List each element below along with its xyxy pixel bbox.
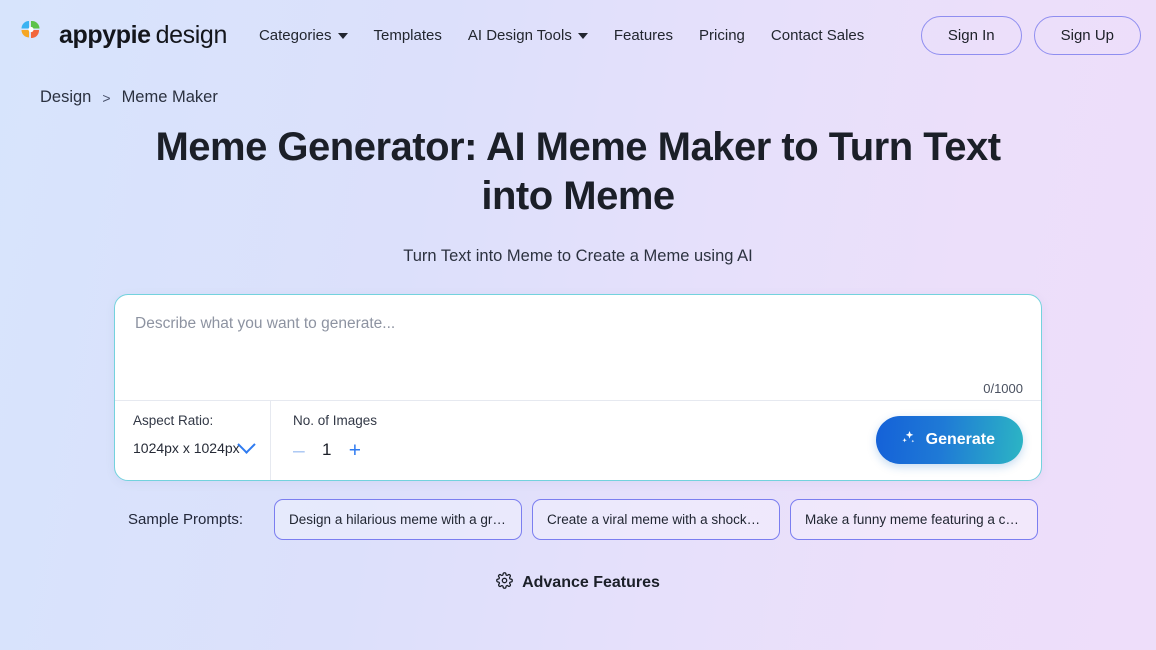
quantity-stepper: – 1 +: [293, 440, 377, 461]
nav-label-categories: Categories: [258, 26, 332, 44]
advance-features-label: Advance Features: [522, 573, 660, 591]
nav-item-contact-sales[interactable]: Contact Sales: [769, 23, 866, 48]
chevron-down-icon: [236, 435, 256, 454]
auth-buttons: Sign In Sign Up: [920, 15, 1144, 55]
sample-prompt-chip[interactable]: Make a funny meme featuring a con...: [790, 498, 1039, 540]
aspect-ratio-value: 1024px x 1024px: [133, 439, 240, 456]
sample-prompt-chip[interactable]: Design a hilarious meme with a gru...: [274, 498, 523, 540]
nav-item-ai-design-tools[interactable]: AI Design Tools: [466, 23, 590, 48]
breadcrumb-item-design[interactable]: Design: [40, 88, 91, 107]
appypie-pinwheel-logo-icon: [12, 17, 50, 53]
aspect-ratio-label: Aspect Ratio:: [133, 412, 214, 428]
main-navigation: Categories Templates AI Design Tools Fea…: [257, 23, 921, 48]
prompt-area: 0/1000: [115, 295, 1041, 400]
site-header: appypie design Categories Templates AI De…: [0, 0, 1156, 70]
character-counter: 0/1000: [983, 380, 1023, 396]
nav-item-categories[interactable]: Categories: [257, 23, 350, 48]
sparkle-icon: [900, 429, 917, 451]
breadcrumb-item-meme-maker[interactable]: Meme Maker: [122, 88, 218, 107]
nav-label-features: Features: [613, 26, 674, 44]
brand-logo-link[interactable]: appypie design: [12, 17, 227, 53]
image-count-label: No. of Images: [293, 412, 378, 428]
gear-icon: [496, 571, 513, 594]
increment-button[interactable]: +: [349, 440, 361, 461]
sign-in-button[interactable]: Sign In: [920, 15, 1022, 55]
nav-item-pricing[interactable]: Pricing: [697, 23, 747, 48]
nav-label-ai-design-tools: AI Design Tools: [467, 26, 572, 44]
page-subtitle: Turn Text into Meme to Create a Meme usi…: [403, 246, 753, 265]
generate-button-label: Generate: [925, 431, 995, 449]
hero-section: Meme Generator: AI Meme Maker to Turn Te…: [0, 107, 1156, 266]
breadcrumb: Design > Meme Maker: [0, 70, 1156, 107]
image-count-control: No. of Images – 1 +: [271, 401, 395, 480]
brand-word-primary: appypie: [59, 20, 151, 49]
page-title: Meme Generator: AI Meme Maker to Turn Te…: [155, 125, 1001, 218]
generate-button-wrapper: Generate: [875, 401, 1041, 480]
image-count-value: 1: [321, 440, 332, 460]
sample-prompts: Sample Prompts: Design a hilarious meme …: [0, 498, 1156, 540]
sample-prompts-label: Sample Prompts:: [128, 510, 244, 528]
sample-prompt-chip[interactable]: Create a viral meme with a shocked...: [532, 498, 781, 540]
aspect-ratio-select[interactable]: 1024px x 1024px: [133, 435, 256, 456]
decrement-button[interactable]: –: [293, 440, 305, 461]
brand-word-secondary: design: [155, 20, 228, 49]
prompt-input[interactable]: [135, 312, 1021, 369]
generator-card-wrapper: 0/1000 Aspect Ratio: 1024px x 1024px No.…: [0, 293, 1156, 481]
brand-wordmark: appypie design: [59, 21, 227, 50]
aspect-ratio-control: Aspect Ratio: 1024px x 1024px: [115, 400, 271, 480]
generator-controls: Aspect Ratio: 1024px x 1024px No. of Ima…: [115, 400, 1041, 480]
nav-label-contact-sales: Contact Sales: [770, 26, 865, 44]
nav-label-pricing: Pricing: [699, 26, 745, 44]
nav-item-features[interactable]: Features: [612, 23, 675, 48]
breadcrumb-separator-icon: >: [102, 89, 111, 106]
sign-up-button[interactable]: Sign Up: [1033, 15, 1141, 55]
generator-card: 0/1000 Aspect Ratio: 1024px x 1024px No.…: [114, 293, 1042, 481]
chevron-down-icon: [337, 33, 348, 39]
nav-label-templates: Templates: [373, 26, 442, 44]
advance-features-toggle[interactable]: Advance Features: [0, 571, 1156, 594]
nav-item-templates[interactable]: Templates: [372, 23, 444, 48]
generate-button[interactable]: Generate: [875, 416, 1023, 465]
chevron-down-icon: [577, 33, 588, 39]
